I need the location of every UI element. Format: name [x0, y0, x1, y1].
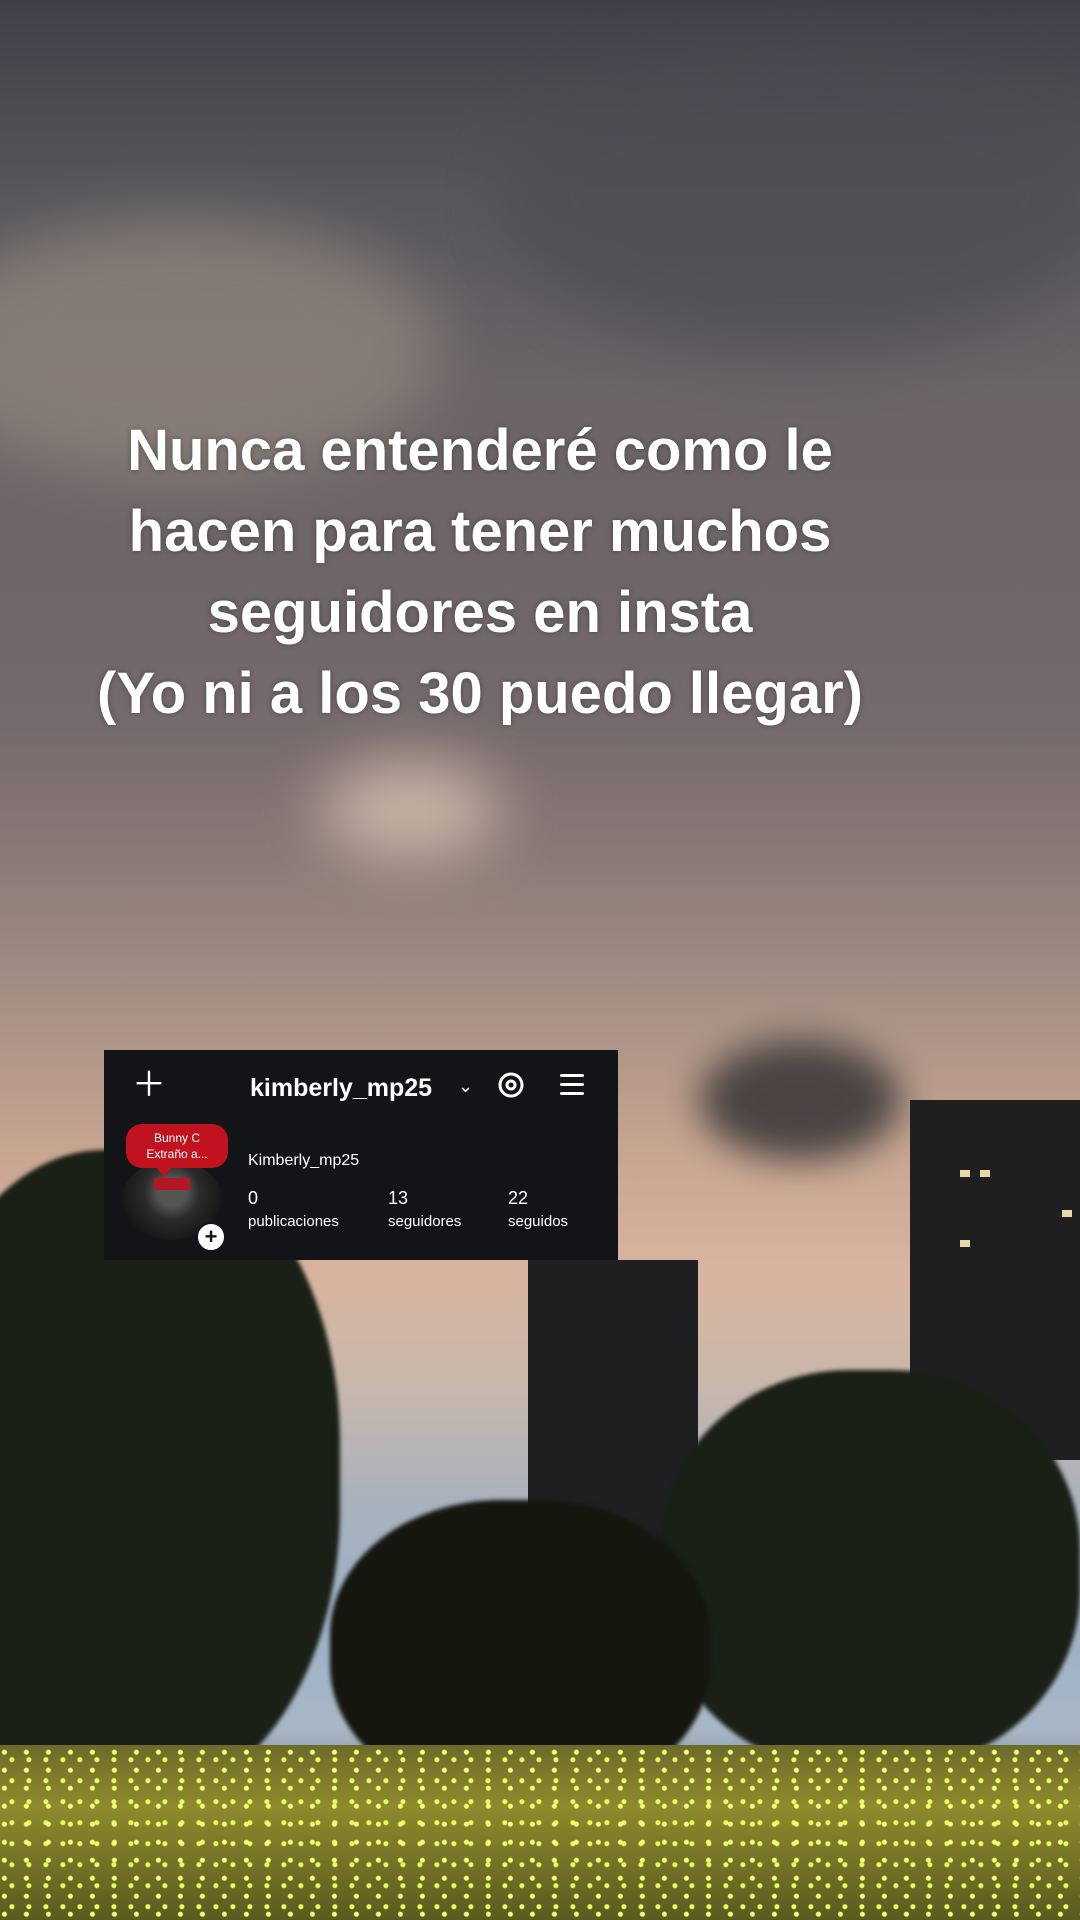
- stat-seguidos[interactable]: 22 seguidos: [508, 1188, 568, 1230]
- cloud: [500, 40, 1080, 360]
- cloud: [320, 760, 500, 860]
- string-lights: [0, 1745, 1080, 1920]
- threads-icon[interactable]: [496, 1070, 526, 1100]
- instagram-profile-card: ＋ kimberly_mp25 ⌄ + Bunny C Extraño a...…: [104, 1050, 618, 1260]
- cloud: [700, 1040, 900, 1160]
- background-photo: [0, 0, 1080, 1920]
- stat-label: seguidores: [388, 1213, 462, 1230]
- stat-publicaciones[interactable]: 0 publicaciones: [248, 1188, 339, 1230]
- stat-label: seguidos: [508, 1213, 569, 1230]
- note-line: Bunny C: [153, 1131, 201, 1145]
- profile-username[interactable]: kimberly_mp25: [250, 1074, 432, 1103]
- chevron-down-icon[interactable]: ⌄: [458, 1076, 473, 1097]
- building-window: [960, 1170, 970, 1177]
- note-bubble[interactable]: Bunny C Extraño a...: [126, 1124, 228, 1177]
- building-window: [1062, 1210, 1072, 1217]
- menu-icon[interactable]: [560, 1074, 584, 1096]
- caption-line: (Yo ni a los 30 puedo llegar): [97, 661, 863, 726]
- display-name: Kimberly_mp25: [248, 1152, 360, 1169]
- stat-value: 0: [248, 1188, 259, 1208]
- tree-right: [660, 1370, 1080, 1770]
- building-window: [980, 1170, 990, 1177]
- caption-line: hacen para tener muchos: [128, 499, 832, 564]
- note-line: Extraño a...: [146, 1147, 208, 1161]
- plus-icon[interactable]: ＋: [132, 1068, 166, 1102]
- stat-value: 22: [508, 1188, 529, 1208]
- add-story-icon[interactable]: +: [196, 1222, 226, 1252]
- building-window: [960, 1240, 970, 1247]
- caption-line: seguidores en insta: [207, 580, 753, 645]
- stat-label: publicaciones: [248, 1213, 339, 1230]
- stat-seguidores[interactable]: 13 seguidores: [388, 1188, 461, 1230]
- caption-text: Nunca entenderé como le hacen para tener…: [40, 410, 920, 734]
- stat-value: 13: [388, 1188, 409, 1208]
- caption-line: Nunca entenderé como le: [127, 418, 833, 483]
